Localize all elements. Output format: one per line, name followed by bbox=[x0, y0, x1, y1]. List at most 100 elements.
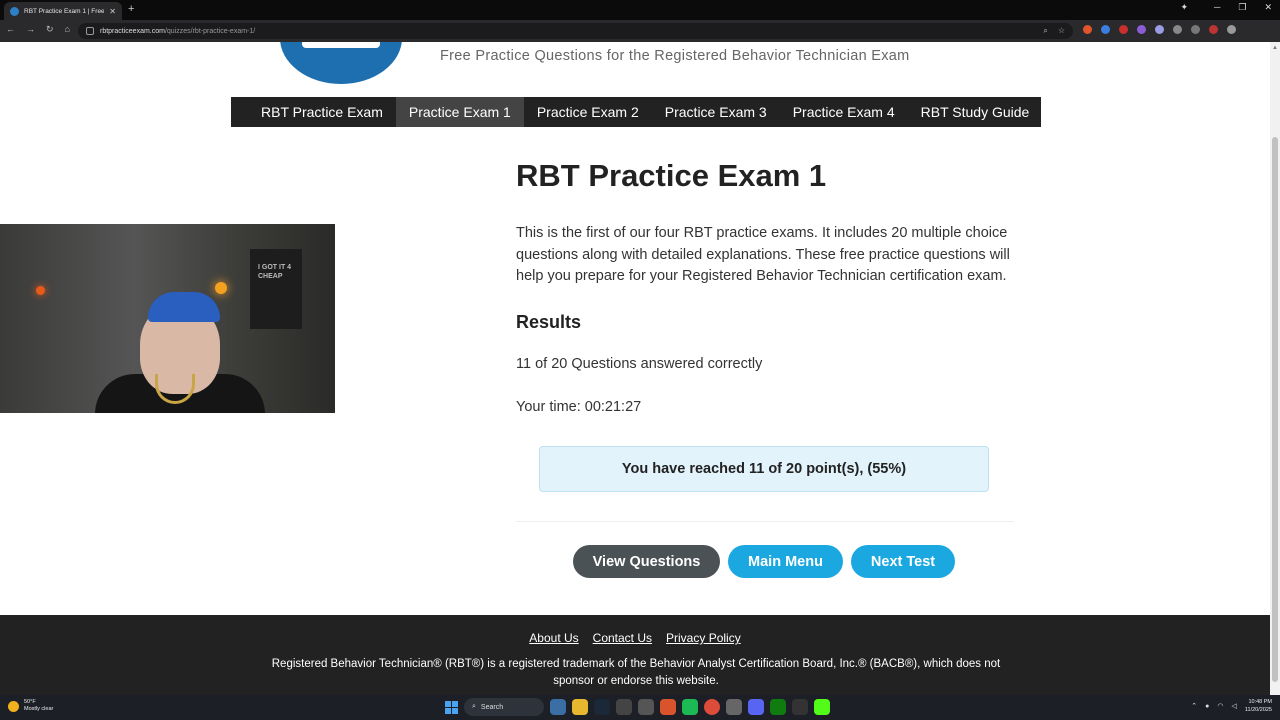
contact-us-link[interactable]: Contact Us bbox=[593, 631, 652, 645]
webcam-poster: I GOT IT 4 CHEAP bbox=[250, 249, 302, 329]
xbox-icon[interactable] bbox=[770, 699, 786, 715]
nav-item-practice-exam-3[interactable]: Practice Exam 3 bbox=[652, 97, 780, 127]
weather-widget[interactable]: 50°F Mostly clear bbox=[8, 699, 53, 713]
view-questions-button[interactable]: View Questions bbox=[573, 545, 720, 578]
extension-icons bbox=[1083, 25, 1236, 34]
wifi-icon[interactable]: ◠ bbox=[1217, 702, 1223, 710]
time-label: Your time: bbox=[516, 399, 581, 415]
webcam-lamp bbox=[36, 286, 45, 295]
taskbar-apps: ⌕ Search bbox=[445, 698, 830, 716]
steam-icon[interactable] bbox=[594, 699, 610, 715]
extension-icon[interactable] bbox=[1137, 25, 1146, 34]
extension-icon[interactable] bbox=[1119, 25, 1128, 34]
nav-item-practice-exam-4[interactable]: Practice Exam 4 bbox=[780, 97, 908, 127]
app-icon[interactable] bbox=[726, 699, 742, 715]
address-bar[interactable]: rbtpracticeexam.com/quizzes/rbt-practice… bbox=[78, 23, 1073, 39]
bookmark-star-icon[interactable]: ☆ bbox=[1058, 26, 1065, 36]
site-info-icon[interactable] bbox=[86, 27, 94, 35]
profile-avatar-icon[interactable] bbox=[1209, 25, 1218, 34]
close-tab-icon[interactable]: ✕ bbox=[109, 7, 116, 16]
time-line: Your time: 00:21:27 bbox=[516, 399, 641, 415]
divider bbox=[516, 521, 1014, 522]
scroll-up-icon[interactable]: ▲ bbox=[1272, 45, 1278, 51]
browser-toolbar: ← → ↻ ⌂ rbtpracticeexam.com/quizzes/rbt-… bbox=[0, 20, 1280, 42]
webcam-person-cap bbox=[148, 292, 220, 322]
clock-date: 11/20/2025 bbox=[1244, 707, 1272, 713]
spotify-icon[interactable] bbox=[682, 699, 698, 715]
url-text: rbtpracticeexam.com/quizzes/rbt-practice… bbox=[100, 28, 255, 35]
extension-icon[interactable] bbox=[1155, 25, 1164, 34]
main-menu-button[interactable]: Main Menu bbox=[728, 545, 843, 578]
search-icon: ⌕ bbox=[472, 703, 476, 710]
menu-dots-icon[interactable] bbox=[1227, 25, 1236, 34]
kick-icon[interactable] bbox=[814, 699, 830, 715]
nav-item-rbt-study-guide[interactable]: RBT Study Guide bbox=[908, 97, 1043, 127]
page-title: RBT Practice Exam 1 bbox=[516, 158, 827, 193]
new-tab-icon[interactable]: + bbox=[128, 3, 134, 15]
settings-icon[interactable] bbox=[638, 699, 654, 715]
about-us-link[interactable]: About Us bbox=[529, 631, 578, 645]
nav-item-practice-exam-1[interactable]: Practice Exam 1 bbox=[395, 97, 524, 127]
logo-shape bbox=[302, 42, 380, 48]
zoom-icon[interactable]: ⌕ bbox=[1043, 26, 1047, 36]
site-tagline: Free Practice Questions for the Register… bbox=[440, 48, 910, 64]
browser-tab[interactable]: RBT Practice Exam 1 | Free Prac ✕ bbox=[4, 2, 122, 20]
taskbar-clock[interactable]: 10:48 PM 11/20/2025 bbox=[1245, 698, 1272, 714]
site-logo[interactable] bbox=[280, 42, 402, 84]
brave-icon[interactable] bbox=[660, 699, 676, 715]
web-page: Free Practice Questions for the Register… bbox=[0, 42, 1270, 615]
start-icon[interactable] bbox=[445, 700, 458, 714]
main-nav: RBT Practice Exam Practice Exam 1 Practi… bbox=[231, 97, 1041, 127]
close-window-icon[interactable]: ✕ bbox=[1264, 2, 1272, 13]
home-icon[interactable]: ⌂ bbox=[65, 24, 70, 35]
system-tray: ⌃ ● ◠ ◁ 10:48 PM 11/20/2025 bbox=[1191, 698, 1272, 714]
site-footer: About Us Contact Us Privacy Policy Regis… bbox=[0, 615, 1270, 695]
app-icon[interactable] bbox=[616, 699, 632, 715]
app-icon[interactable] bbox=[792, 699, 808, 715]
tray-chevron-icon[interactable]: ⌃ bbox=[1191, 702, 1197, 710]
page-scrollbar[interactable]: ▲ bbox=[1270, 42, 1280, 695]
score-text: 11 of 20 Questions answered correctly bbox=[516, 356, 763, 372]
footer-links: About Us Contact Us Privacy Policy bbox=[0, 631, 1270, 645]
search-label: Search bbox=[480, 703, 504, 711]
chrome-icon[interactable] bbox=[704, 699, 720, 715]
sidepanel-icon[interactable] bbox=[1191, 25, 1200, 34]
gemini-icon[interactable]: ✦ bbox=[1180, 2, 1188, 13]
forward-icon[interactable]: → bbox=[26, 24, 35, 35]
points-summary: You have reached 11 of 20 point(s), (55%… bbox=[539, 446, 989, 492]
extension-icon[interactable] bbox=[1101, 25, 1110, 34]
volume-icon[interactable]: ◁ bbox=[1231, 702, 1236, 710]
privacy-policy-link[interactable]: Privacy Policy bbox=[666, 631, 741, 645]
clock-time: 10:48 PM bbox=[1248, 699, 1272, 705]
trademark-disclaimer: Registered Behavior Technician® (RBT®) i… bbox=[271, 658, 1001, 687]
windows-taskbar: 50°F Mostly clear ⌕ Search ⌃ ● ◠ ◁ 10:48 … bbox=[0, 695, 1280, 720]
weather-sun-icon bbox=[8, 700, 19, 712]
extensions-puzzle-icon[interactable] bbox=[1173, 25, 1182, 34]
poster-text: I GOT IT 4 CHEAP bbox=[258, 264, 292, 280]
next-test-button[interactable]: Next Test bbox=[851, 545, 955, 578]
back-icon[interactable]: ← bbox=[6, 24, 15, 35]
webcam-lamp bbox=[215, 282, 227, 294]
site-favicon-icon bbox=[10, 6, 19, 16]
reload-icon[interactable]: ↻ bbox=[46, 24, 54, 35]
nav-item-practice-exam-2[interactable]: Practice Exam 2 bbox=[524, 97, 652, 127]
nav-item-rbt-practice-exam[interactable]: RBT Practice Exam bbox=[231, 97, 396, 127]
taskbar-search[interactable]: ⌕ Search bbox=[464, 698, 544, 716]
minimize-icon[interactable]: ─ bbox=[1214, 2, 1220, 13]
restore-icon[interactable]: ❐ bbox=[1238, 2, 1246, 13]
discord-icon[interactable] bbox=[748, 699, 764, 715]
intro-paragraph: This is the first of our four RBT practi… bbox=[516, 225, 1010, 285]
webcam-overlay: I GOT IT 4 CHEAP bbox=[0, 224, 335, 413]
result-actions: View Questions Main Menu Next Test bbox=[573, 545, 955, 578]
file-explorer-icon[interactable] bbox=[572, 699, 588, 715]
omnibox-actions: ⌕ ☆ bbox=[1043, 26, 1065, 36]
browser-nav-buttons: ← → ↻ ⌂ bbox=[6, 24, 70, 35]
weather-desc: Mostly clear bbox=[24, 706, 54, 712]
app-icon[interactable] bbox=[550, 699, 566, 715]
browser-tab-bar: RBT Practice Exam 1 | Free Prac ✕ + ✦ ─ … bbox=[0, 0, 1280, 20]
weather-temp: 50°F bbox=[24, 699, 36, 705]
extension-icon[interactable] bbox=[1083, 25, 1092, 34]
scroll-thumb[interactable] bbox=[1272, 137, 1278, 682]
microphone-icon[interactable]: ● bbox=[1205, 703, 1209, 710]
time-value: 00:21:27 bbox=[584, 399, 642, 415]
